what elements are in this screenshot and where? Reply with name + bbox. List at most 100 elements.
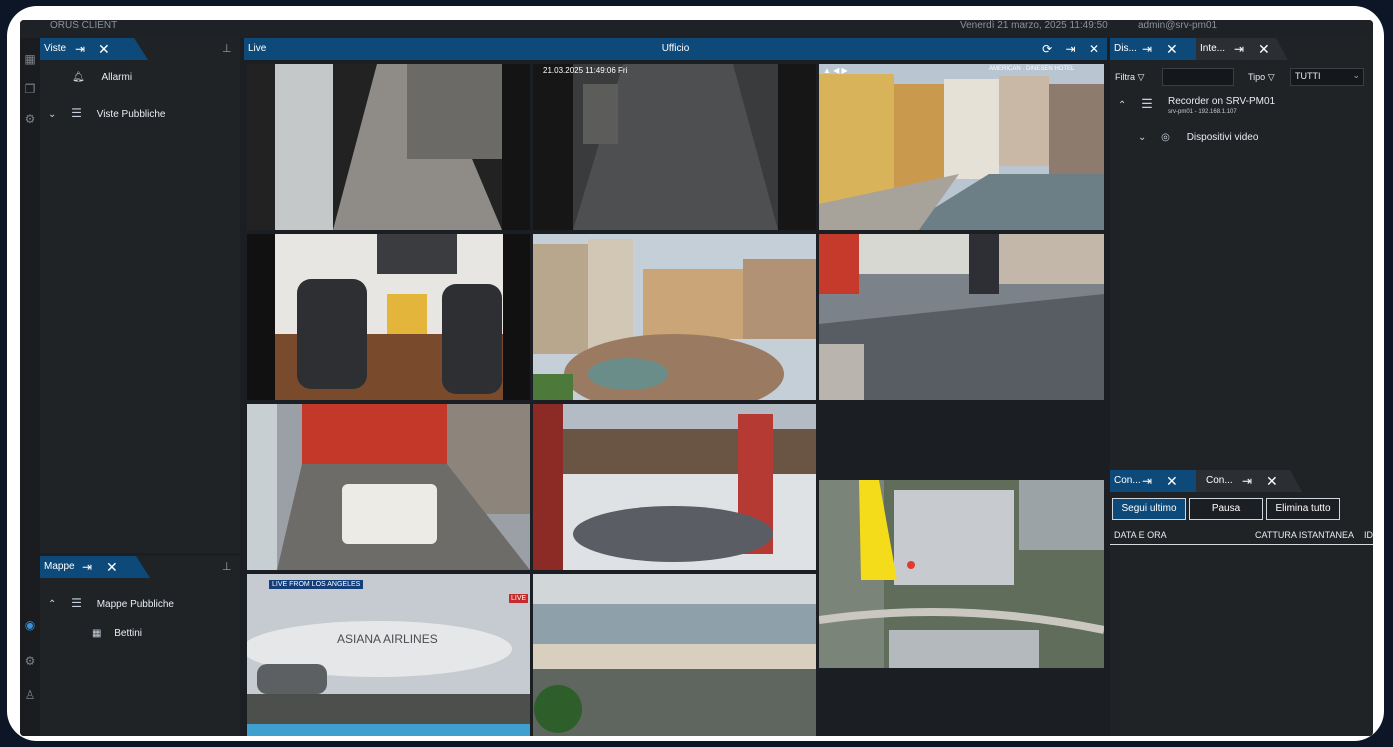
tab-label: Viste <box>44 43 67 54</box>
chevron-up-icon[interactable]: ⌃ <box>1118 100 1126 111</box>
camera-tile[interactable] <box>247 404 530 570</box>
undock-icon[interactable]: ⇥ <box>82 556 92 578</box>
settings-icon[interactable]: ⚙ <box>23 654 37 668</box>
live-badge: LIVE <box>509 594 529 603</box>
camera-tile[interactable] <box>533 234 816 400</box>
devices-panel: Dis... ⇥ ✕ Inte... ⇥ ✕ Filtra ▽ Tipo ▽ T… <box>1110 38 1373 470</box>
tree-item-label: Mappe Pubbliche <box>96 599 174 610</box>
undock-icon[interactable]: ⇥ <box>1234 38 1244 60</box>
tab-devices[interactable]: Dis... ⇥ ✕ <box>1110 38 1196 60</box>
tab-integrations[interactable]: Inte... ⇥ ✕ <box>1196 38 1276 60</box>
tree-item-recorder[interactable]: ⌃ ☰ Recorder on SRV-PM01 srv-pm01 - 192.… <box>1118 96 1275 115</box>
close-icon[interactable]: ✕ <box>1258 38 1270 60</box>
tree-item-public-maps[interactable]: ⌃ ☰ Mappe Pubbliche <box>48 596 174 610</box>
empty-slot[interactable] <box>819 404 1104 470</box>
tree-item-public-views[interactable]: ⌄ ☰ Viste Pubbliche <box>48 106 165 120</box>
tab-events-2[interactable]: Con... ⇥ ✕ <box>1196 470 1290 492</box>
tab-corner <box>136 556 150 578</box>
undock-icon[interactable]: ⇥ <box>1142 38 1152 60</box>
column-id[interactable]: ID <box>1364 530 1373 540</box>
filter-input[interactable] <box>1162 68 1234 86</box>
recorder-address: srv-pm01 - 192.168.1.107 <box>1168 109 1237 115</box>
plane-livery-text: ASIANA AIRLINES <box>337 632 438 646</box>
camera-tile[interactable] <box>247 234 530 400</box>
camera-tile[interactable] <box>533 404 816 570</box>
tree-item-label: Allarmi <box>101 72 133 83</box>
tab-corner <box>134 38 148 60</box>
undock-icon[interactable]: ⇥ <box>75 38 85 60</box>
undock-icon[interactable]: ⇥ <box>1242 470 1252 492</box>
layout-icon[interactable]: ▦ <box>23 52 37 66</box>
camera-image-pub-street <box>247 404 530 570</box>
close-icon[interactable]: ✕ <box>98 38 110 60</box>
camera-image-venice <box>819 64 1104 230</box>
tree-item-label: Viste Pubbliche <box>96 109 166 120</box>
pin-icon[interactable]: ⊥ <box>222 560 232 573</box>
tab-label: Inte... <box>1200 43 1226 54</box>
column-snapshot[interactable]: CATTURA ISTANTANEA <box>1255 530 1354 540</box>
close-icon[interactable]: ✕ <box>1166 38 1178 60</box>
camera-timestamp: 21.03.2025 11:49:06 Fri <box>543 66 628 75</box>
camera-image-airport <box>247 574 530 736</box>
map-image-satellite <box>819 480 1104 668</box>
tab-mappe[interactable]: Mappe ⇥ ✕ <box>40 556 136 578</box>
camera-watermark: LIVE FROM LOS ANGELES <box>269 580 364 589</box>
app-title: ORUS CLIENT <box>50 20 118 31</box>
live-view: Live Ufficio ⟳ ⇥ ✕ 21.03.2025 11:49:06 F… <box>244 38 1107 736</box>
datetime-display: Venerdì 21 marzo, 2025 11:49:50 <box>960 20 1108 31</box>
bell-icon: 🔔︎ <box>72 72 85 83</box>
tab-corner <box>1290 470 1302 492</box>
tab-label: Con... <box>1206 475 1233 486</box>
camera-watermark: AMERICAN · DINESEN HOTEL <box>989 66 1075 72</box>
map-tile[interactable] <box>819 480 1104 668</box>
tree-item-alarms[interactable]: 🔔︎ Allarmi <box>72 72 132 83</box>
config-icon[interactable]: ⚙ <box>23 112 37 126</box>
camera-image-corridor <box>533 64 816 230</box>
close-icon[interactable]: ✕ <box>1266 470 1278 492</box>
title-bar: ORUS CLIENT Venerdì 21 marzo, 2025 11:49… <box>20 20 1373 38</box>
tab-viste[interactable]: Viste ⇥ ✕ <box>40 38 134 60</box>
tree-item-video-devices[interactable]: ⌄ ◎ Dispositivi video <box>1138 132 1258 143</box>
chevron-down-icon[interactable]: ⌄ <box>48 109 56 120</box>
chevron-down-icon[interactable]: ⌄ <box>1138 132 1146 143</box>
camera-image-office <box>247 234 530 400</box>
views-panel: Viste ⇥ ✕ ⊥ 🔔︎ Allarmi ⌄ ☰ Viste Pubblic… <box>40 38 240 553</box>
tab-events-1[interactable]: Con... ⇥ ✕ <box>1110 470 1196 492</box>
camera-image-alley <box>247 64 530 230</box>
camera-tile[interactable] <box>247 64 530 230</box>
chevron-up-icon[interactable]: ⌃ <box>48 599 56 610</box>
help-icon[interactable]: ◉ <box>23 618 37 632</box>
copy-icon[interactable]: ❐ <box>23 82 37 96</box>
list-icon: ☰ <box>71 596 82 610</box>
filter-label: Filtra ▽ <box>1115 72 1145 82</box>
user-icon[interactable]: ♙ <box>23 688 37 702</box>
app-window: ORUS CLIENT Venerdì 21 marzo, 2025 11:49… <box>20 20 1373 736</box>
ptz-icon[interactable]: ⟳ <box>1042 42 1052 56</box>
tab-label: Mappe <box>44 561 75 572</box>
list-icon: ☰ <box>71 106 82 120</box>
camera-icon: ◎ <box>1161 132 1170 143</box>
camera-tile[interactable] <box>533 574 816 736</box>
close-icon[interactable]: ✕ <box>1166 470 1178 492</box>
view-title: Ufficio <box>661 43 690 54</box>
camera-tile[interactable]: ▲ ◀ ▶ AMERICAN · DINESEN HOTEL <box>819 64 1104 230</box>
follow-last-button[interactable]: Segui ultimo <box>1112 498 1186 520</box>
pause-button[interactable]: Pausa <box>1189 498 1263 520</box>
camera-tile[interactable] <box>819 234 1104 400</box>
tree-item-map-bettini[interactable]: ▦ Bettini <box>92 628 142 639</box>
chevron-down-icon: ⌄ <box>1352 70 1360 80</box>
clear-all-button[interactable]: Elimina tutto <box>1266 498 1340 520</box>
type-select[interactable]: TUTTI ⌄ <box>1290 68 1364 86</box>
empty-slot[interactable] <box>819 672 1104 736</box>
camera-tile[interactable]: LIVE FROM LOS ANGELES ASIANA AIRLINES LI… <box>247 574 530 736</box>
camera-tile[interactable]: 21.03.2025 11:49:06 Fri <box>533 64 816 230</box>
tab-label: Con... <box>1114 475 1141 486</box>
close-icon[interactable]: ✕ <box>106 556 118 578</box>
user-display[interactable]: admin@srv-pm01 <box>1138 20 1217 31</box>
camera-image-times-square <box>819 234 1104 400</box>
close-icon[interactable]: ✕ <box>1089 42 1099 56</box>
column-date[interactable]: DATA E ORA <box>1114 530 1167 540</box>
undock-icon[interactable]: ⇥ <box>1142 470 1152 492</box>
pin-icon[interactable]: ⊥ <box>222 42 232 55</box>
undock-icon[interactable]: ⇥ <box>1066 42 1076 56</box>
